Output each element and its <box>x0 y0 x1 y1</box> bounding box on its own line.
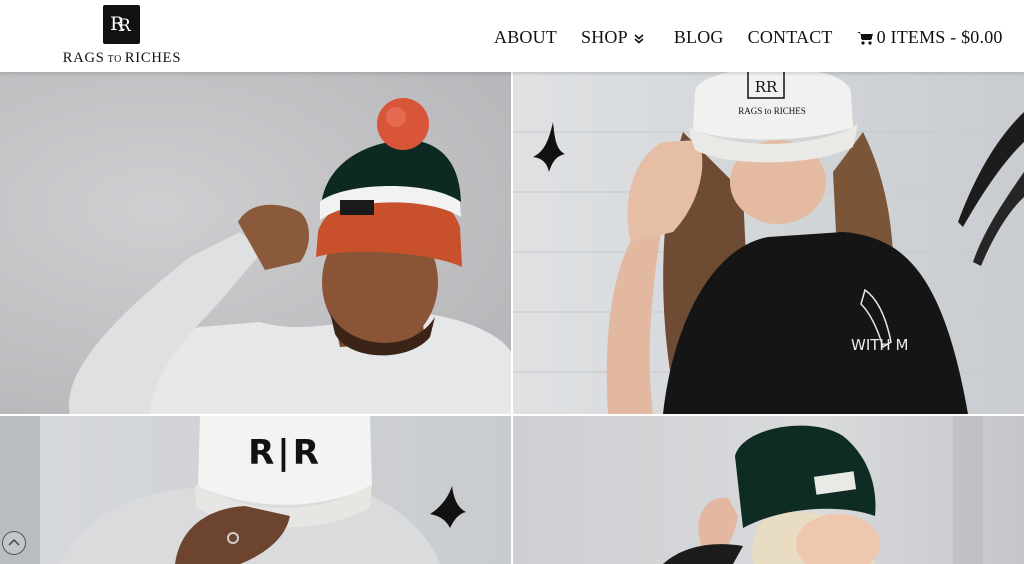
chevron-up-icon <box>8 538 20 546</box>
logo-wordmark: RAGS TO RICHES <box>62 50 182 66</box>
nav-shop-label: SHOP <box>581 27 628 47</box>
main-nav: ABOUT SHOP BLOG CONTACT 0 ITEMS - $0.00 <box>494 27 1003 48</box>
nav-shop[interactable]: SHOP <box>581 27 644 48</box>
photo-rir-cap-man[interactable]: R|R <box>0 416 511 564</box>
svg-text:R|R: R|R <box>248 433 322 473</box>
scroll-to-top-button[interactable] <box>2 531 26 555</box>
nav-about[interactable]: ABOUT <box>494 27 557 48</box>
nav-contact[interactable]: CONTACT <box>748 27 833 48</box>
photo-green-beanie-woman-art <box>663 416 983 564</box>
product-photo-grid: RR RAGS to RICHES WITH M R|R <box>0 72 1024 564</box>
photo-rir-cap-man-art: R|R <box>0 416 466 564</box>
svg-text:WITH M: WITH M <box>851 336 908 354</box>
nav-blog-label: BLOG <box>673 27 724 47</box>
svg-text:RR: RR <box>755 78 778 96</box>
photo-green-beanie-woman[interactable] <box>513 416 1024 564</box>
photo-beanie-man-art <box>68 98 511 414</box>
cart-summary: 0 ITEMS - $0.00 <box>876 27 1003 47</box>
cart-icon <box>856 31 873 45</box>
nav-contact-label: CONTACT <box>747 27 833 47</box>
photo-cap-woman-art: RR RAGS to RICHES WITH M <box>513 72 1024 414</box>
nav-about-label: ABOUT <box>494 27 557 47</box>
site-header: RR RAGS TO RICHES ABOUT SHOP BLOG CONTACT … <box>0 0 1024 72</box>
photo-cap-woman[interactable]: RR RAGS to RICHES WITH M <box>513 72 1024 414</box>
logo-monogram: RR <box>103 5 140 44</box>
photo-beanie-man[interactable] <box>0 72 511 414</box>
nav-blog[interactable]: BLOG <box>674 27 724 48</box>
svg-text:RAGS to RICHES: RAGS to RICHES <box>738 106 806 116</box>
site-logo[interactable]: RR RAGS TO RICHES <box>52 5 192 69</box>
nav-cart[interactable]: 0 ITEMS - $0.00 <box>856 27 1003 48</box>
chevron-double-down-icon <box>634 33 644 44</box>
